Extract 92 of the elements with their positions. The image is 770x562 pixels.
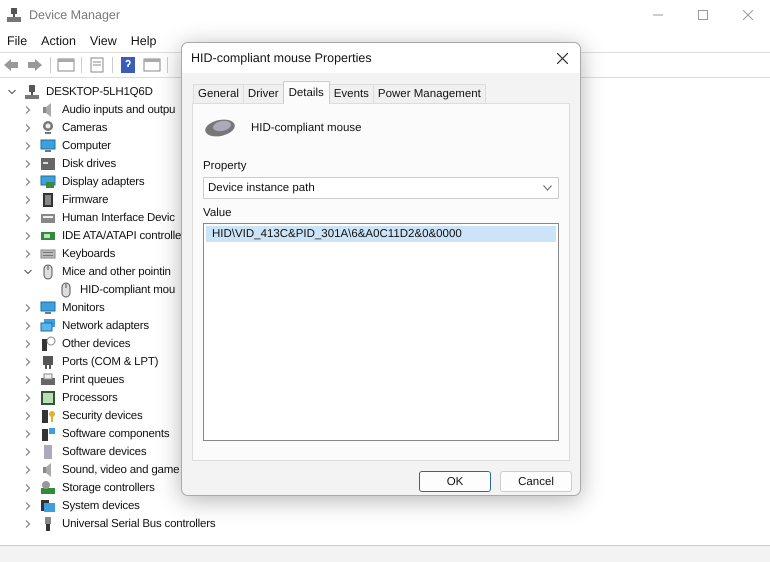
expand-chevron-icon[interactable]: [24, 106, 32, 114]
tree-item[interactable]: Security devices: [62, 410, 143, 422]
expand-chevron-icon[interactable]: [24, 304, 32, 312]
tree-item[interactable]: Display adapters: [62, 176, 144, 188]
expand-chevron-icon[interactable]: [24, 214, 32, 222]
window-title: Device Manager: [29, 8, 120, 22]
chip-icon: [40, 192, 56, 208]
tree-item[interactable]: Network adapters: [62, 320, 149, 332]
network-icon: [40, 318, 56, 334]
security-key-icon: [40, 408, 56, 424]
menu-item[interactable]: Action: [36, 32, 81, 50]
minimize-icon[interactable]: [652, 14, 662, 16]
tree-item[interactable]: Ports (COM & LPT): [62, 356, 158, 368]
expand-chevron-icon[interactable]: [24, 376, 32, 384]
computer-tower-icon: [24, 84, 40, 100]
menu-item[interactable]: File: [2, 32, 32, 50]
dialog-button[interactable]: Cancel: [500, 471, 572, 492]
back-icon[interactable]: [2, 56, 20, 74]
tree-item[interactable]: Monitors: [62, 302, 104, 314]
tree-item[interactable]: Cameras: [62, 122, 108, 134]
expand-chevron-icon[interactable]: [24, 250, 32, 258]
dialog-button[interactable]: OK: [419, 471, 491, 492]
expand-chevron-icon[interactable]: [24, 178, 32, 186]
tree-item[interactable]: System devices: [62, 500, 140, 512]
field-label: Property: [203, 160, 248, 172]
expand-chevron-icon[interactable]: [24, 520, 32, 528]
maximize-icon[interactable]: [698, 10, 708, 20]
tree-item[interactable]: Universal Serial Bus controllers: [62, 518, 216, 530]
port-icon: [40, 354, 56, 370]
tree-item[interactable]: Mice and other pointin: [62, 266, 171, 278]
device-name: HID-compliant mouse: [251, 122, 362, 134]
chevron-down-icon: [543, 185, 552, 191]
webcam-icon: [40, 120, 56, 136]
field-label: Value: [203, 207, 233, 219]
property-dropdown[interactable]: Device instance path: [203, 177, 559, 199]
dialog-title: HID-compliant mouse Properties: [191, 51, 372, 65]
tree-item[interactable]: Audio inputs and outpu: [62, 104, 176, 116]
tree-item[interactable]: Processors: [62, 392, 118, 404]
tree-item[interactable]: Keyboards: [62, 248, 116, 260]
value-item[interactable]: HID\VID_413C&PID_301A\6&A0C11D2&0&0000: [206, 226, 556, 242]
expand-chevron-icon[interactable]: [24, 502, 32, 510]
close-icon[interactable]: [556, 52, 568, 64]
tree-item[interactable]: Disk drives: [62, 158, 116, 170]
expand-chevron-icon[interactable]: [24, 160, 32, 168]
properties-icon[interactable]: [88, 56, 106, 74]
expand-chevron-icon[interactable]: [24, 142, 32, 150]
expand-chevron-icon[interactable]: [24, 196, 32, 204]
expand-chevron-icon[interactable]: [24, 430, 32, 438]
menu-item[interactable]: Help: [126, 32, 162, 50]
tree-item[interactable]: Computer: [62, 140, 111, 152]
tab[interactable]: Details: [282, 81, 330, 104]
device-manager-icon: [6, 7, 22, 23]
expand-chevron-icon[interactable]: [24, 340, 32, 348]
tree-item[interactable]: Storage controllers: [62, 482, 155, 494]
tab[interactable]: Power Management: [372, 84, 486, 103]
expand-chevron-icon[interactable]: [24, 394, 32, 402]
expand-chevron-icon[interactable]: [24, 322, 32, 330]
tree-item[interactable]: Human Interface Devic: [62, 212, 175, 224]
collapse-chevron-icon[interactable]: [24, 268, 32, 276]
action-pane-icon[interactable]: [143, 56, 161, 74]
tree-item[interactable]: DESKTOP-5LH1Q6D: [46, 86, 153, 98]
drive-icon: [40, 156, 56, 172]
display-adapter-icon: [40, 174, 56, 190]
expand-chevron-icon[interactable]: [24, 232, 32, 240]
unknown-device-icon: [40, 336, 56, 352]
collapse-chevron-icon[interactable]: [8, 88, 16, 96]
expand-chevron-icon[interactable]: [24, 124, 32, 132]
help-icon[interactable]: [119, 56, 137, 74]
expand-chevron-icon[interactable]: [24, 466, 32, 474]
printer-icon: [40, 372, 56, 388]
tree-item[interactable]: Firmware: [62, 194, 108, 206]
tree-item[interactable]: IDE ATA/ATAPI controlle: [62, 230, 182, 242]
expand-chevron-icon[interactable]: [24, 412, 32, 420]
tab[interactable]: General: [193, 84, 244, 103]
forward-icon[interactable]: [26, 56, 44, 74]
software-component-icon: [40, 426, 56, 442]
tree-item[interactable]: Other devices: [62, 338, 130, 350]
processor-icon: [40, 390, 56, 406]
monitor-icon: [40, 300, 56, 316]
monitor-icon: [40, 138, 56, 154]
menu-item[interactable]: View: [84, 32, 122, 50]
tree-item[interactable]: HID-compliant mou: [80, 284, 176, 296]
tree-item[interactable]: Software components: [62, 428, 170, 440]
expand-chevron-icon[interactable]: [24, 484, 32, 492]
console-tree-icon[interactable]: [57, 56, 75, 74]
tree-item[interactable]: Print queues: [62, 374, 124, 386]
expand-chevron-icon[interactable]: [24, 448, 32, 456]
expand-chevron-icon[interactable]: [24, 358, 32, 366]
storage-controller-icon: [40, 480, 56, 496]
tree-item[interactable]: Sound, video and game: [62, 464, 180, 476]
system-device-icon: [40, 498, 56, 514]
tree-item[interactable]: Software devices: [62, 446, 146, 458]
